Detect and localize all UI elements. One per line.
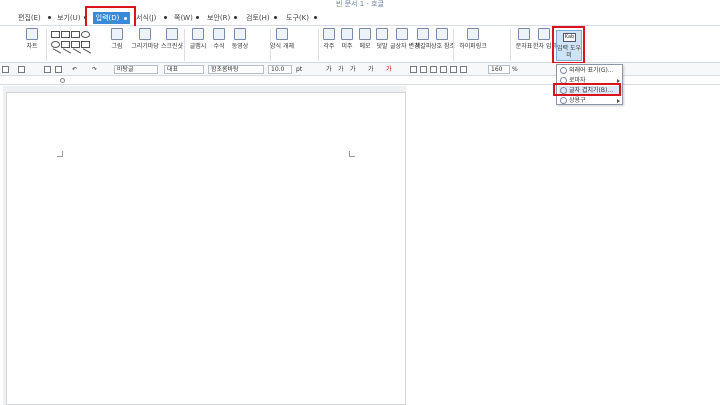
print-icon[interactable] <box>44 66 51 73</box>
form-object-icon <box>276 28 288 40</box>
highlight-overlap-chars <box>553 83 621 96</box>
menu-item-autotext[interactable]: 상용구 <box>559 96 622 105</box>
globe-icon <box>467 28 479 40</box>
chart-icon <box>26 28 38 40</box>
underline-button[interactable]: 가 <box>350 65 356 74</box>
align-center-icon[interactable] <box>440 66 447 73</box>
annotation-icon <box>376 28 388 40</box>
picture-icon <box>111 28 123 40</box>
memo-icon <box>359 28 371 40</box>
redo-icon[interactable]: ↷ <box>92 65 97 74</box>
shapes-gallery[interactable] <box>49 29 105 59</box>
formula-icon <box>213 28 225 40</box>
style-select[interactable]: 바탕글 <box>114 65 158 74</box>
bookmark-icon <box>417 28 429 40</box>
margin-corner-tr <box>349 151 355 157</box>
document-page[interactable] <box>6 92 406 405</box>
zoom-input[interactable]: 160 <box>488 65 510 74</box>
strike-button[interactable]: 가 <box>368 65 374 74</box>
menu-view[interactable]: 보기(U) <box>57 12 87 24</box>
cross-reference-icon <box>436 28 448 40</box>
preview-icon[interactable] <box>55 66 62 73</box>
symbol-icon <box>518 28 530 40</box>
font-select[interactable]: 함초롬바탕 <box>208 65 264 74</box>
align-distribute-icon[interactable] <box>450 66 457 73</box>
language-select[interactable]: 대표 <box>164 65 204 74</box>
undo-icon[interactable]: ↶ <box>72 65 77 74</box>
font-size-unit: pt <box>296 66 303 73</box>
drawing-icon <box>139 28 151 40</box>
textart-icon <box>192 28 204 40</box>
loanword-icon <box>560 67 567 74</box>
highlight-insert-menu <box>85 6 136 28</box>
menu-item-loanword[interactable]: 외래어 표기(G)... <box>559 66 622 75</box>
autotext-icon <box>560 97 567 104</box>
menu-review[interactable]: 검토(H) <box>246 12 277 24</box>
align-left-icon[interactable] <box>420 66 427 73</box>
hanja-icon <box>538 28 550 40</box>
menu-format[interactable]: 서식(J) <box>136 12 167 24</box>
footnote-icon <box>323 28 335 40</box>
indent-marker[interactable] <box>60 78 65 83</box>
margin-corner-tl <box>57 151 63 157</box>
field-icon <box>396 28 408 40</box>
align-split-icon[interactable] <box>460 66 467 73</box>
bold-button[interactable]: 가 <box>326 65 332 74</box>
endnote-icon <box>341 28 353 40</box>
italic-button[interactable]: 가 <box>338 65 344 74</box>
font-size-input[interactable]: 10.0 <box>268 65 292 74</box>
ribbon-toolbar: 차트 그림 그리기마당 스크린샷 글맵시 수식 동영상 양식 개체 각주 미주 … <box>0 26 720 63</box>
font-color-button[interactable]: 가 <box>386 65 392 74</box>
align-justify-icon[interactable] <box>410 66 417 73</box>
highlight-input-helper <box>552 26 585 64</box>
zoom-unit: % <box>512 66 518 73</box>
video-icon <box>234 28 246 40</box>
submenu-arrow-icon <box>617 99 620 103</box>
menu-edit[interactable]: 편집(E) <box>18 12 51 24</box>
menu-tools[interactable]: 도구(K) <box>286 12 317 24</box>
align-right-icon[interactable] <box>430 66 437 73</box>
menu-security[interactable]: 보안(R) <box>207 12 237 24</box>
screenshot-icon <box>166 28 178 40</box>
menu-page[interactable]: 쪽(W) <box>174 12 199 24</box>
save-icon[interactable] <box>18 66 25 73</box>
style-icon[interactable] <box>2 66 9 73</box>
